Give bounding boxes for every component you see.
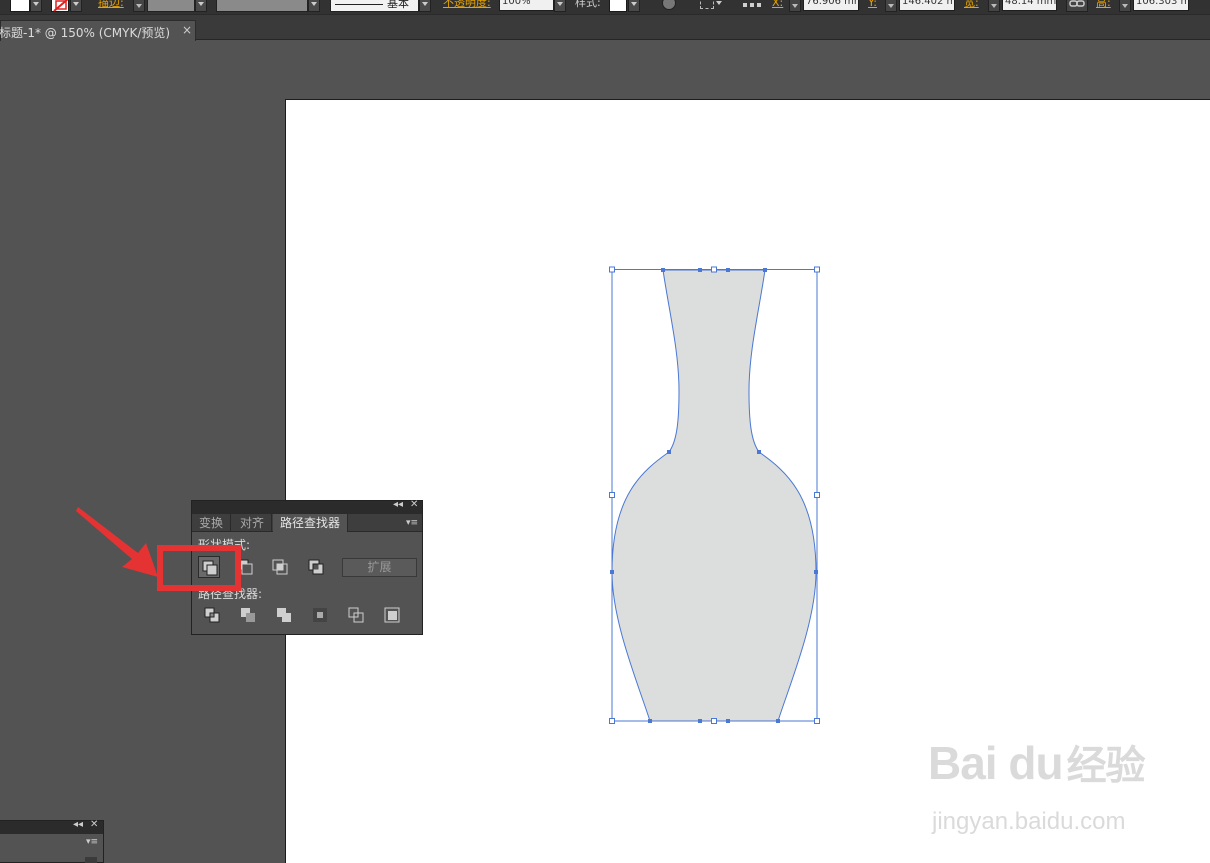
document-tab[interactable]: 标题-1* @ 150% (CMYK/预览) × — [0, 20, 196, 41]
opacity-dropdown[interactable] — [554, 0, 566, 12]
tab-transform[interactable]: 变换 — [192, 514, 232, 532]
outline-icon — [348, 607, 364, 623]
baidu-watermark-logo: Bai du 经验 — [928, 733, 1146, 791]
style-label: 样式: — [575, 0, 601, 9]
lower-panel-menu-icon[interactable]: ▾≡ — [86, 837, 98, 847]
align-dropdown[interactable] — [714, 0, 726, 12]
control-bar: 描边: 基本 不透明度: 100% 样式: X: 76.906 mm Y: 14… — [0, 0, 1210, 14]
collapse-lower-panel-icon[interactable]: ◂◂ — [73, 819, 83, 830]
divide-button[interactable] — [201, 604, 223, 626]
minus-back-button[interactable] — [381, 604, 403, 626]
width-spinner[interactable] — [988, 0, 1000, 12]
y-label[interactable]: Y: — [868, 0, 877, 11]
lower-panel: ◂◂ ✕ ▾≡ — [0, 819, 104, 863]
merge-icon — [277, 608, 291, 622]
minus-back-icon — [384, 607, 400, 623]
variable-width-dropdown[interactable] — [308, 0, 320, 12]
lower-panel-scrollbar[interactable] — [85, 857, 97, 863]
brush-definition-field[interactable]: 基本 — [330, 0, 419, 12]
y-field[interactable]: 146.402 mm — [899, 0, 955, 11]
close-document-icon[interactable]: × — [182, 23, 192, 37]
x-field[interactable]: 76.906 mm — [803, 0, 859, 11]
watermark-logo-cn: 经验 — [1066, 744, 1146, 788]
y-spinner[interactable] — [885, 0, 897, 12]
stroke-profile-label: 基本 — [387, 0, 409, 10]
stroke-swatch[interactable] — [51, 0, 69, 12]
document-tab-bar: 标题-1* @ 150% (CMYK/预览) × — [0, 14, 1210, 41]
variable-width-field[interactable] — [216, 0, 308, 12]
exclude-icon — [308, 559, 324, 575]
crop-button[interactable] — [309, 604, 331, 626]
opacity-field[interactable]: 100% — [499, 0, 554, 11]
brush-line-preview — [335, 4, 383, 5]
graphic-style-dropdown[interactable] — [628, 0, 640, 12]
height-label[interactable]: 高: — [1096, 0, 1111, 11]
width-label[interactable]: 宽: — [964, 0, 979, 11]
constrain-proportions-icon[interactable] — [1066, 0, 1088, 12]
x-spinner[interactable] — [789, 0, 801, 12]
crop-icon — [313, 608, 327, 622]
tab-align[interactable]: 对齐 — [233, 514, 273, 532]
pointer-arrow-icon — [76, 507, 158, 577]
brush-dropdown[interactable] — [419, 0, 431, 12]
document-tab-title: 标题-1* @ 150% (CMYK/预览) — [0, 26, 171, 40]
close-panel-icon[interactable]: ✕ — [410, 499, 418, 510]
height-field[interactable]: 106.303 mm — [1133, 0, 1189, 11]
fill-swatch[interactable] — [10, 0, 30, 12]
stroke-weight-field[interactable] — [147, 0, 195, 12]
no-stroke-icon — [53, 0, 69, 12]
recolor-artwork-icon[interactable] — [662, 0, 676, 10]
width-field[interactable]: 48.14 mm — [1002, 0, 1057, 11]
opacity-label[interactable]: 不透明度: — [443, 0, 491, 11]
trim-icon — [241, 608, 255, 622]
stroke-weight-dropdown[interactable] — [195, 0, 207, 12]
merge-button[interactable] — [273, 604, 295, 626]
stroke-weight-spinner[interactable] — [133, 0, 145, 12]
panel-header[interactable]: ◂◂ ✕ — [192, 499, 422, 514]
graphic-style-swatch[interactable] — [609, 0, 627, 12]
fill-dropdown[interactable] — [30, 0, 42, 12]
watermark-logo-latin: Bai du — [928, 737, 1064, 789]
stroke-label[interactable]: 描边: — [98, 0, 124, 11]
reference-point-icon[interactable] — [742, 0, 762, 13]
close-lower-panel-icon[interactable]: ✕ — [90, 819, 98, 830]
intersect-button[interactable] — [269, 556, 291, 578]
panel-menu-icon[interactable]: ▾≡ — [406, 518, 418, 528]
exclude-button[interactable] — [305, 556, 327, 578]
x-label[interactable]: X: — [772, 0, 783, 11]
align-to-selection-icon[interactable] — [700, 0, 714, 9]
highlight-box — [157, 545, 241, 591]
lower-panel-header[interactable]: ◂◂ ✕ — [0, 819, 103, 834]
trim-button[interactable] — [237, 604, 259, 626]
watermark-url: jingyan.baidu.com — [932, 808, 1126, 835]
panel-tabs: 变换 对齐 路径查找器 — [192, 514, 422, 532]
outline-button[interactable] — [345, 604, 367, 626]
expand-button[interactable]: 扩展 — [342, 558, 417, 577]
tab-pathfinder[interactable]: 路径查找器 — [273, 514, 349, 532]
stroke-dropdown[interactable] — [70, 0, 82, 12]
divide-icon — [204, 607, 220, 623]
collapse-panel-icon[interactable]: ◂◂ — [393, 499, 403, 510]
intersect-icon — [272, 559, 288, 575]
height-spinner[interactable] — [1119, 0, 1131, 12]
